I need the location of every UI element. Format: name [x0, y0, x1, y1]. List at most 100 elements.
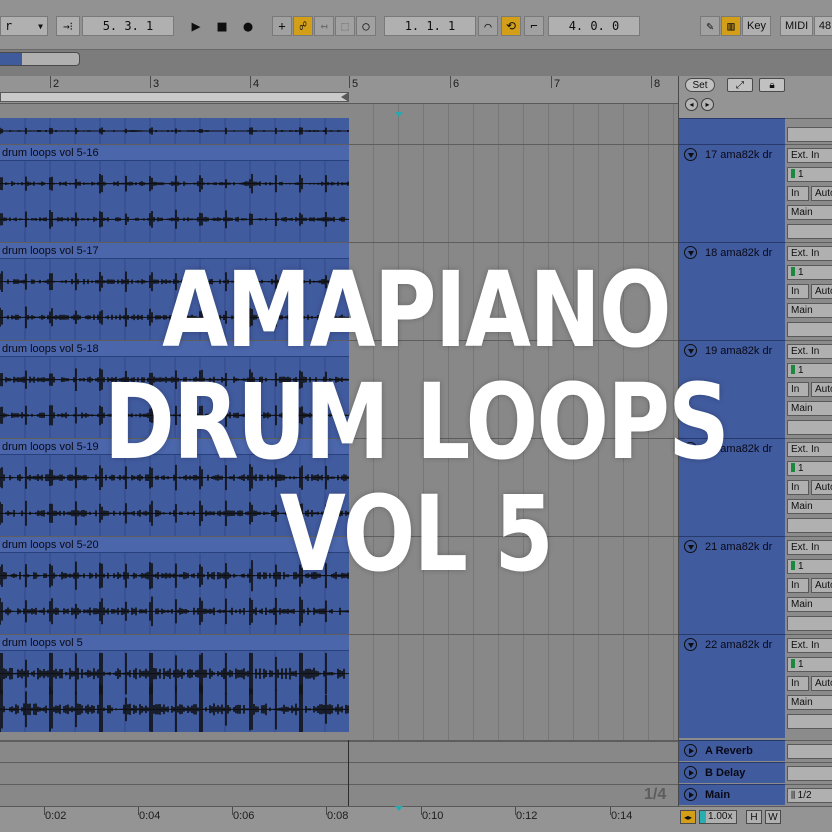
set-button[interactable]: Set: [685, 78, 715, 92]
input-type-chooser[interactable]: Ext. In: [787, 148, 832, 163]
input-channel-chooser[interactable]: 1: [787, 657, 832, 672]
output-chooser[interactable]: Main: [787, 499, 832, 514]
output-channel-chooser[interactable]: [787, 224, 832, 239]
input-channel-chooser[interactable]: 1: [787, 559, 832, 574]
track-header[interactable]: 21 ama82k dr: [679, 536, 785, 634]
monitor-auto-button[interactable]: Auto: [811, 676, 832, 691]
arrangement-view[interactable]: drum loops vol 5-16 drum loops vol 5-17 …: [0, 104, 678, 740]
input-type-chooser[interactable]: Ext. In: [787, 344, 832, 359]
automation-arm-button[interactable]: ☍: [293, 16, 313, 36]
monitor-in-button[interactable]: In: [787, 284, 809, 299]
track-header[interactable]: 22 ama82k dr: [679, 634, 785, 738]
fold-icon[interactable]: [684, 442, 697, 455]
fold-icon[interactable]: [684, 744, 697, 757]
lock-button[interactable]: 🔒︎: [759, 78, 785, 92]
track-name[interactable]: 20 ama82k dr: [705, 443, 772, 455]
output-chooser[interactable]: Main: [787, 597, 832, 612]
monitor-auto-button[interactable]: Auto: [811, 382, 832, 397]
track-name[interactable]: Main: [705, 789, 730, 801]
track-name[interactable]: A Reverb: [705, 745, 753, 757]
input-type-chooser[interactable]: Ext. In: [787, 638, 832, 653]
return-output-chooser[interactable]: [787, 766, 832, 781]
stop-button[interactable]: ■: [212, 16, 232, 36]
main-track[interactable]: Main: [679, 784, 785, 805]
monitor-auto-button[interactable]: Auto: [811, 480, 832, 495]
input-type-chooser[interactable]: Ext. In: [787, 442, 832, 457]
track-header[interactable]: [679, 118, 785, 144]
capture-button[interactable]: ⬚: [335, 16, 355, 36]
audio-clip[interactable]: drum loops vol 5-17: [0, 243, 349, 340]
track-name[interactable]: 17 ama82k dr: [705, 149, 772, 161]
re-enable-automation-button[interactable]: ↤: [314, 16, 334, 36]
output-chooser[interactable]: Main: [787, 205, 832, 220]
zoom-field[interactable]: 1.00x: [699, 810, 737, 824]
clip-title[interactable]: drum loops vol 5-16: [0, 145, 349, 161]
fold-icon[interactable]: [684, 540, 697, 553]
output-channel-chooser[interactable]: [787, 518, 832, 533]
record-button[interactable]: ●: [238, 16, 258, 36]
audio-clip[interactable]: [0, 118, 349, 144]
fold-icon[interactable]: [684, 246, 697, 259]
input-channel-chooser[interactable]: 1: [787, 363, 832, 378]
fit-height-button[interactable]: H: [746, 810, 762, 824]
output-chooser[interactable]: [787, 127, 832, 142]
track-name[interactable]: 22 ama82k dr: [705, 639, 772, 651]
main-output-chooser[interactable]: ⫼ 1/2: [787, 788, 832, 803]
session-record-button[interactable]: ○: [356, 16, 376, 36]
keyboard-midi-button[interactable]: ▥: [721, 16, 741, 36]
input-channel-chooser[interactable]: 1: [787, 461, 832, 476]
fold-icon[interactable]: [684, 148, 697, 161]
arrangement-position-field[interactable]: 5. 3. 1: [82, 16, 174, 36]
next-locator-button[interactable]: ▸: [701, 98, 714, 111]
play-button[interactable]: ▶: [186, 16, 206, 36]
track-header[interactable]: 17 ama82k dr: [679, 144, 785, 242]
overdub-button[interactable]: +: [272, 16, 292, 36]
output-channel-chooser[interactable]: [787, 420, 832, 435]
track-name[interactable]: 19 ama82k dr: [705, 345, 772, 357]
fold-icon[interactable]: [684, 344, 697, 357]
output-channel-chooser[interactable]: [787, 616, 832, 631]
track-name[interactable]: 21 ama82k dr: [705, 541, 772, 553]
monitor-in-button[interactable]: In: [787, 676, 809, 691]
zoom-button[interactable]: ◂▸: [680, 810, 696, 824]
audio-clip[interactable]: drum loops vol 5-18: [0, 341, 349, 438]
return-track-delay[interactable]: B Delay: [679, 762, 785, 783]
output-chooser[interactable]: Main: [787, 695, 832, 710]
key-map-button[interactable]: Key: [742, 16, 771, 36]
track-header[interactable]: 20 ama82k dr: [679, 438, 785, 536]
loop-length-field[interactable]: 4. 0. 0: [548, 16, 640, 36]
loop-brace[interactable]: [0, 92, 349, 102]
track-header[interactable]: 19 ama82k dr: [679, 340, 785, 438]
clip-title[interactable]: drum loops vol 5-20: [0, 537, 349, 553]
track-name[interactable]: B Delay: [705, 767, 745, 779]
prev-locator-button[interactable]: ◂: [685, 98, 698, 111]
clip-title[interactable]: drum loops vol 5-18: [0, 341, 349, 357]
clip-title[interactable]: drum loops vol 5: [0, 635, 349, 651]
audio-clip[interactable]: drum loops vol 5-16: [0, 145, 349, 242]
punch-in-button[interactable]: →⁝: [56, 16, 80, 36]
clip-title[interactable]: drum loops vol 5-19: [0, 439, 349, 455]
monitor-in-button[interactable]: In: [787, 578, 809, 593]
follow-dropdown[interactable]: r ▼: [0, 16, 48, 36]
draw-mode-button[interactable]: ✎: [700, 16, 720, 36]
track-name[interactable]: 18 ama82k dr: [705, 247, 772, 259]
audio-clip[interactable]: drum loops vol 5: [0, 635, 349, 732]
overview-selection[interactable]: [0, 53, 22, 65]
arrangement-overview[interactable]: [0, 52, 80, 66]
loop-start-field[interactable]: 1. 1. 1: [384, 16, 476, 36]
output-channel-chooser[interactable]: [787, 322, 832, 337]
input-type-chooser[interactable]: Ext. In: [787, 540, 832, 555]
output-chooser[interactable]: Main: [787, 401, 832, 416]
punch-out-toggle[interactable]: ⌐: [524, 16, 544, 36]
monitor-in-button[interactable]: In: [787, 480, 809, 495]
fit-width-button[interactable]: W: [765, 810, 781, 824]
input-channel-chooser[interactable]: 1: [787, 167, 832, 182]
monitor-in-button[interactable]: In: [787, 382, 809, 397]
input-channel-chooser[interactable]: 1: [787, 265, 832, 280]
return-output-chooser[interactable]: [787, 744, 832, 759]
fold-icon[interactable]: [684, 766, 697, 779]
audio-clip[interactable]: drum loops vol 5-20: [0, 537, 349, 634]
monitor-in-button[interactable]: In: [787, 186, 809, 201]
monitor-auto-button[interactable]: Auto: [811, 186, 832, 201]
track-header[interactable]: 18 ama82k dr: [679, 242, 785, 340]
